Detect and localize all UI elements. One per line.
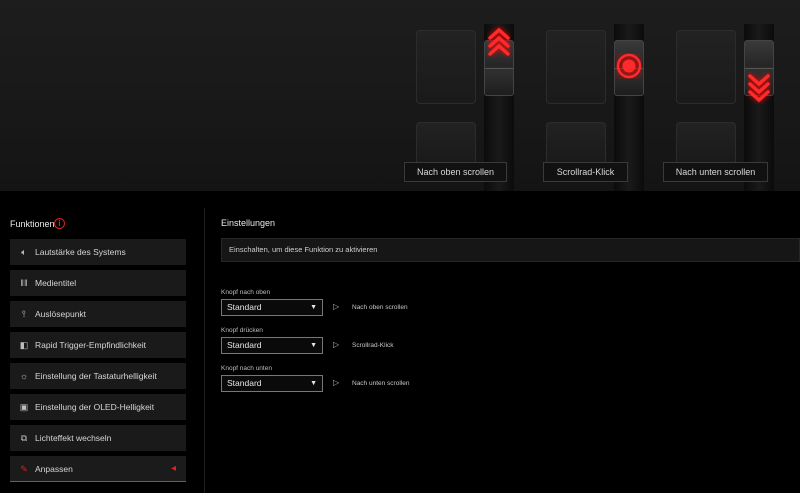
- fn-item-system-volume[interactable]: 🔈︎ Lautstärke des Systems: [10, 239, 186, 265]
- preview-key: [416, 30, 476, 104]
- knob-down-action: Nach unten scrollen: [352, 380, 410, 387]
- caret-down-icon: ▼: [310, 342, 317, 349]
- functions-title: Funktionen: [10, 219, 55, 229]
- play-icon[interactable]: ▷: [333, 302, 339, 311]
- preview-key: [416, 122, 476, 162]
- rapid-trigger-icon: ◧: [19, 340, 29, 350]
- fn-item-label: Auslösepunkt: [35, 309, 87, 319]
- knob-up-label: Knopf nach oben: [221, 289, 271, 296]
- select-value: Standard: [227, 302, 262, 312]
- fn-item-label: Anpassen: [35, 464, 73, 474]
- speaker-icon: 🔈︎: [21, 247, 27, 257]
- play-icon[interactable]: ▷: [333, 340, 339, 349]
- info-icon[interactable]: i: [54, 218, 65, 229]
- knob-preview: Nach oben scrollen Scrollrad-Klick Nach …: [0, 0, 800, 191]
- knob-press-select[interactable]: Standard ▼: [221, 337, 323, 354]
- preview-key: [676, 30, 736, 104]
- knob-up-action: Nach oben scrollen: [352, 304, 408, 311]
- preview-key: [546, 30, 606, 104]
- preview-key: [676, 122, 736, 162]
- press-target-icon: [616, 53, 642, 79]
- knob-press-label: Knopf drücken: [221, 327, 263, 334]
- play-icon[interactable]: ▷: [333, 378, 339, 387]
- fn-item-customize[interactable]: ✎ Anpassen ◂: [10, 456, 186, 482]
- oled-icon: ▣: [19, 402, 29, 412]
- knob-down-label: Knopf nach unten: [221, 365, 272, 372]
- functions-sidebar: Funktionen i 🔈︎ Lautstärke des Systems ‖…: [0, 191, 204, 493]
- preview-label-down: Nach unten scrollen: [663, 162, 768, 182]
- fn-item-label: Lautstärke des Systems: [35, 247, 126, 257]
- fn-item-label: Einstellung der OLED-Helligkeit: [35, 402, 155, 412]
- light-effect-icon: ⧉: [20, 433, 28, 443]
- knob-up-select[interactable]: Standard ▼: [221, 299, 323, 316]
- media-icon: ‖‖: [20, 278, 28, 288]
- panel-divider: [204, 208, 205, 493]
- brightness-icon: ☼: [19, 371, 29, 381]
- select-value: Standard: [227, 340, 262, 350]
- chevron-left-icon: ◂: [170, 463, 176, 474]
- fn-item-actuation-point[interactable]: ⫯ Auslösepunkt: [10, 301, 186, 327]
- chevron-down-icon: [748, 74, 770, 103]
- fn-item-oled-brightness[interactable]: ▣ Einstellung der OLED-Helligkeit: [10, 394, 186, 420]
- knob-press-action: Scrollrad-Klick: [352, 342, 394, 349]
- chevron-up-icon: [488, 27, 510, 56]
- fn-item-media-title[interactable]: ‖‖ Medientitel: [10, 270, 186, 296]
- preview-label-click: Scrollrad-Klick: [543, 162, 628, 182]
- fn-item-label: Einstellung der Tastaturhelligkeit: [35, 371, 157, 381]
- fn-item-label: Medientitel: [35, 278, 77, 288]
- enable-toggle-row[interactable]: Einschalten, um diese Funktion zu aktivi…: [221, 238, 800, 262]
- fn-item-label: Lichteffekt wechseln: [35, 433, 112, 443]
- settings-title: Einstellungen: [221, 218, 276, 228]
- settings-panel: Einstellungen Einschalten, um diese Funk…: [221, 191, 800, 493]
- fn-item-rapid-trigger[interactable]: ◧ Rapid Trigger-Empfindlichkeit: [10, 332, 186, 358]
- knob-down-select[interactable]: Standard ▼: [221, 375, 323, 392]
- preview-label-up: Nach oben scrollen: [404, 162, 507, 182]
- preview-key: [546, 122, 606, 162]
- actuation-icon: ⫯: [22, 309, 26, 319]
- fn-item-label: Rapid Trigger-Empfindlichkeit: [35, 340, 147, 350]
- caret-down-icon: ▼: [310, 380, 317, 387]
- customize-icon: ✎: [20, 464, 28, 474]
- fn-item-light-effect[interactable]: ⧉ Lichteffekt wechseln: [10, 425, 186, 451]
- fn-item-keyboard-brightness[interactable]: ☼ Einstellung der Tastaturhelligkeit: [10, 363, 186, 389]
- caret-down-icon: ▼: [310, 304, 317, 311]
- select-value: Standard: [227, 378, 262, 388]
